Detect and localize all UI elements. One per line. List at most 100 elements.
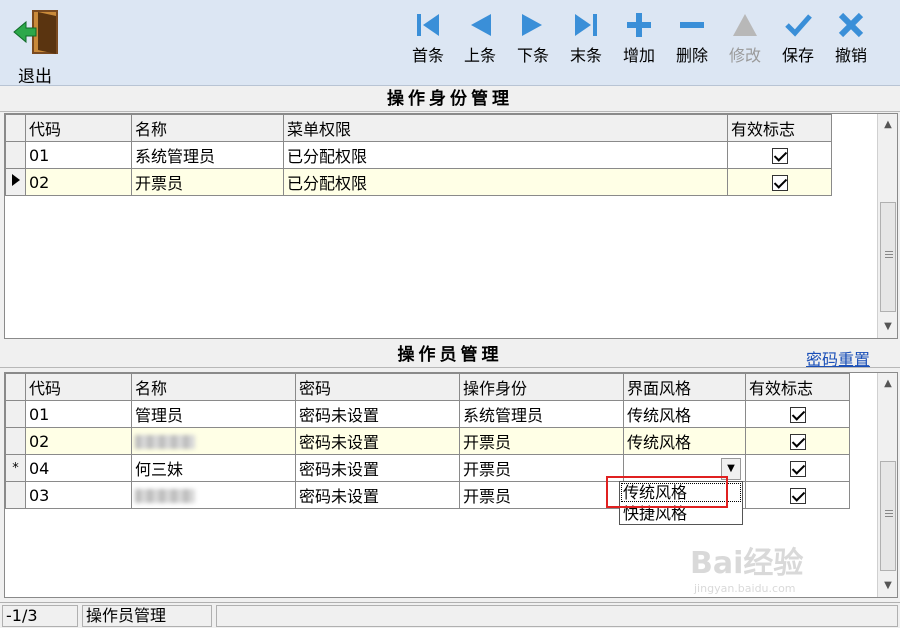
operator-grid-scrollbar[interactable]: ▲ ▼ [877, 373, 897, 597]
column-header[interactable]: 操作身份 [459, 373, 624, 401]
cell-password[interactable]: 密码未设置 [295, 400, 460, 428]
column-header[interactable]: 密码 [295, 373, 460, 401]
add-label: 增加 [622, 46, 655, 65]
cell-code[interactable]: 01 [25, 141, 132, 169]
current-module: 操作员管理 [82, 605, 212, 627]
role-grid-scrollbar[interactable]: ▲ ▼ [877, 114, 897, 338]
cell-role[interactable]: 系统管理员 [459, 400, 624, 428]
column-header[interactable]: 有效标志 [727, 114, 832, 142]
add-icon [627, 13, 651, 37]
status-bar: -1/3 操作员管理 [0, 602, 900, 628]
exit-label: 退出 [18, 67, 52, 87]
cell-code[interactable]: 02 [25, 168, 132, 196]
scrollbar-thumb[interactable] [880, 461, 896, 571]
cell-password[interactable]: 密码未设置 [295, 481, 460, 509]
column-header[interactable]: 有效标志 [745, 373, 850, 401]
cell-code[interactable]: 02 [25, 427, 132, 455]
valid-checkbox[interactable] [789, 407, 806, 423]
scroll-down-icon[interactable]: ▼ [878, 577, 898, 595]
cell-valid[interactable] [745, 454, 850, 482]
save-button[interactable]: 保存 [774, 10, 822, 72]
row-indicator[interactable] [5, 141, 26, 169]
role-section-title: 操作身份管理 [0, 86, 900, 112]
edit-label: 修改 [728, 46, 761, 65]
cell-permission[interactable]: 已分配权限 [283, 168, 728, 196]
previous-record-button[interactable]: 上条 [456, 10, 504, 72]
cell-role[interactable]: 开票员 [459, 481, 624, 509]
cancel-button[interactable]: 撤销 [827, 10, 875, 72]
row-indicator[interactable] [5, 427, 26, 455]
cell-role[interactable]: 开票员 [459, 454, 624, 482]
exit-door-icon [13, 10, 58, 54]
cell-valid[interactable] [745, 400, 850, 428]
table-row[interactable]: 02 密码未设置 开票员 传统风格 [5, 427, 850, 455]
operator-grid-header: 代码 名称 密码 操作身份 界面风格 有效标志 [5, 373, 850, 401]
cell-style[interactable]: 传统风格 [623, 427, 746, 455]
cell-permission[interactable]: 已分配权限 [283, 141, 728, 169]
save-label: 保存 [781, 46, 814, 65]
cell-name[interactable]: 管理员 [131, 400, 296, 428]
edit-icon [733, 14, 757, 36]
cell-code[interactable]: 04 [25, 454, 132, 482]
cell-name[interactable]: 开票员 [131, 168, 284, 196]
cell-valid[interactable] [727, 141, 832, 169]
role-grid[interactable]: 代码 名称 菜单权限 有效标志 01 系统管理员 已分配权限 02 开票员 已分… [4, 113, 898, 339]
cell-code[interactable]: 03 [25, 481, 132, 509]
table-row[interactable]: 01 系统管理员 已分配权限 [5, 141, 832, 169]
row-indicator[interactable] [5, 400, 26, 428]
column-header[interactable]: 名称 [131, 373, 296, 401]
previous-record-icon [471, 14, 491, 36]
delete-label: 删除 [675, 46, 708, 65]
cell-name[interactable]: 何三妹 [131, 454, 296, 482]
valid-checkbox[interactable] [789, 488, 806, 504]
table-row[interactable]: 02 开票员 已分配权限 [5, 168, 832, 196]
cell-valid[interactable] [745, 481, 850, 509]
column-header[interactable]: 代码 [25, 373, 132, 401]
valid-checkbox[interactable] [789, 434, 806, 450]
cell-style[interactable]: 传统风格 [623, 400, 746, 428]
column-header[interactable]: 代码 [25, 114, 132, 142]
column-header[interactable]: 名称 [131, 114, 284, 142]
row-indicator[interactable] [5, 168, 26, 196]
first-record-button[interactable]: 首条 [404, 10, 452, 72]
operator-section-title: 操作员管理 [0, 342, 900, 368]
highlight-annotation-box [606, 476, 728, 508]
blurred-name [135, 435, 195, 449]
watermark-text: Bai经验 [690, 546, 804, 581]
last-record-button[interactable]: 末条 [562, 10, 610, 72]
row-indicator-header [5, 373, 26, 401]
cell-name[interactable]: 系统管理员 [131, 141, 284, 169]
blurred-name [135, 489, 195, 503]
delete-button[interactable]: 删除 [668, 10, 716, 72]
edit-button[interactable]: 修改 [721, 10, 769, 72]
add-button[interactable]: 增加 [615, 10, 663, 72]
valid-checkbox[interactable] [771, 175, 788, 191]
scroll-down-icon[interactable]: ▼ [878, 318, 898, 336]
cell-role[interactable]: 开票员 [459, 427, 624, 455]
delete-icon [680, 22, 704, 28]
valid-checkbox[interactable] [771, 148, 788, 164]
scroll-up-icon[interactable]: ▲ [878, 116, 898, 134]
column-header[interactable]: 界面风格 [623, 373, 746, 401]
cell-name[interactable] [131, 481, 296, 509]
cell-password[interactable]: 密码未设置 [295, 454, 460, 482]
next-record-label: 下条 [516, 46, 549, 65]
column-header[interactable]: 菜单权限 [283, 114, 728, 142]
first-record-icon [417, 14, 439, 36]
password-reset-link[interactable]: 密码重置 [806, 346, 870, 370]
exit-button[interactable]: 退出 [8, 6, 68, 87]
cell-password[interactable]: 密码未设置 [295, 427, 460, 455]
scrollbar-thumb[interactable] [880, 202, 896, 312]
valid-checkbox[interactable] [789, 461, 806, 477]
cell-name[interactable] [131, 427, 296, 455]
cell-valid[interactable] [745, 427, 850, 455]
table-row[interactable]: 01 管理员 密码未设置 系统管理员 传统风格 [5, 400, 850, 428]
row-indicator[interactable]: * [5, 454, 26, 482]
row-indicator[interactable] [5, 481, 26, 509]
scroll-up-icon[interactable]: ▲ [878, 375, 898, 393]
record-position: -1/3 [2, 605, 78, 627]
cell-code[interactable]: 01 [25, 400, 132, 428]
next-record-button[interactable]: 下条 [509, 10, 557, 72]
cell-valid[interactable] [727, 168, 832, 196]
save-check-icon [785, 14, 812, 37]
